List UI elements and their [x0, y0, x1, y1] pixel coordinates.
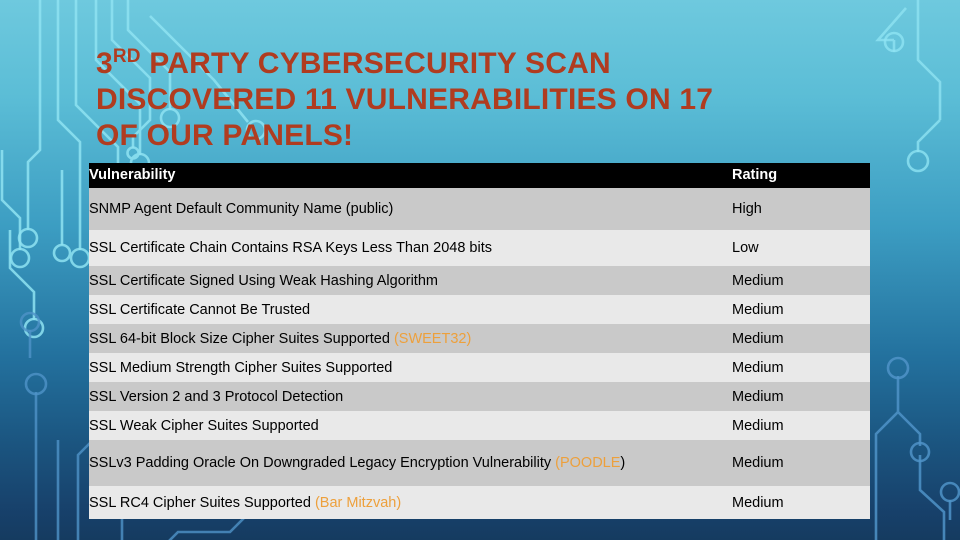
title-ordinal-number: 3: [96, 47, 113, 80]
title-ordinal-suffix: RD: [112, 46, 141, 67]
vulnerability-text: SSL RC4 Cipher Suites Supported (Bar Mit…: [89, 495, 732, 511]
cell-vulnerability: SSL Medium Strength Cipher Suites Suppor…: [89, 353, 732, 382]
rating-value: Medium: [732, 417, 784, 434]
rating-value: Medium: [732, 388, 784, 405]
vulnerability-alias-tail: ): [620, 455, 626, 471]
cell-vulnerability: SSL RC4 Cipher Suites Supported (Bar Mit…: [89, 486, 732, 519]
cell-vulnerability: SSL Weak Cipher Suites Supported: [89, 411, 732, 440]
vulnerability-name: SSL 64-bit Block Size Cipher Suites Supp…: [89, 330, 394, 347]
table-row: SSL Version 2 and 3 Protocol Detection Me…: [89, 382, 870, 411]
rating-value: Medium: [732, 272, 784, 289]
column-header-rating: Rating: [732, 163, 870, 188]
vulnerability-text: SSL 64-bit Block Size Cipher Suites Supp…: [89, 331, 732, 347]
table-row: SSL Medium Strength Cipher Suites Suppor…: [89, 353, 870, 382]
rating-value: Medium: [732, 494, 784, 511]
cell-vulnerability: SSLv3 Padding Oracle On Downgraded Legac…: [89, 440, 732, 486]
vulnerability-name: SSL RC4 Cipher Suites Supported: [89, 494, 315, 511]
title-line-1-text: PARTY CYBERSECURITY SCAN: [140, 47, 611, 80]
vulnerability-text: SSL Medium Strength Cipher Suites Suppor…: [89, 360, 732, 376]
table-header-row: Vulnerability Rating: [89, 163, 870, 188]
rating-value: Medium: [732, 301, 784, 318]
vulnerability-text: SSLv3 Padding Oracle On Downgraded Legac…: [89, 455, 732, 471]
table-header: Vulnerability Rating: [89, 163, 870, 188]
cell-rating: Medium: [732, 295, 870, 324]
table-row: SNMP Agent Default Community Name (publi…: [89, 188, 870, 230]
rating-value: Medium: [732, 330, 784, 347]
column-header-vulnerability: Vulnerability: [89, 163, 732, 188]
cell-rating: Medium: [732, 440, 870, 486]
title-line-1: 3RD PARTY CYBERSECURITY SCAN: [96, 46, 776, 82]
cell-rating: Medium: [732, 324, 870, 353]
vulnerability-name: SSL Weak Cipher Suites Supported: [89, 417, 319, 434]
vulnerability-text: SSL Version 2 and 3 Protocol Detection: [89, 389, 732, 405]
cell-vulnerability: SSL Version 2 and 3 Protocol Detection: [89, 382, 732, 411]
cell-rating: Medium: [732, 382, 870, 411]
table-row: SSL Weak Cipher Suites Supported Medium: [89, 411, 870, 440]
rating-value: High: [732, 201, 762, 217]
cell-vulnerability: SSL 64-bit Block Size Cipher Suites Supp…: [89, 324, 732, 353]
table-row: SSL Certificate Chain Contains RSA Keys …: [89, 230, 870, 266]
cell-vulnerability: SNMP Agent Default Community Name (publi…: [89, 188, 732, 230]
cell-rating: Medium: [732, 353, 870, 382]
cell-rating: Medium: [732, 411, 870, 440]
table-row: SSL RC4 Cipher Suites Supported (Bar Mit…: [89, 486, 870, 519]
vulnerability-name: SSL Certificate Chain Contains RSA Keys …: [89, 240, 492, 256]
vulnerability-text: SSL Certificate Signed Using Weak Hashin…: [89, 273, 732, 289]
table-row: SSLv3 Padding Oracle On Downgraded Legac…: [89, 440, 870, 486]
slide-canvas: 3RD PARTY CYBERSECURITY SCAN DISCOVERED …: [0, 0, 960, 540]
vulnerability-alias: (SWEET32): [393, 330, 472, 347]
table-row: SSL 64-bit Block Size Cipher Suites Supp…: [89, 324, 870, 353]
cell-rating: High: [732, 188, 870, 230]
vulnerability-text: SSL Certificate Chain Contains RSA Keys …: [89, 240, 732, 256]
vulnerability-name: SSL Certificate Cannot Be Trusted: [89, 301, 311, 318]
page-title: 3RD PARTY CYBERSECURITY SCAN DISCOVERED …: [96, 46, 776, 154]
vulnerability-name: SSLv3 Padding Oracle On Downgraded Legac…: [89, 455, 556, 471]
rating-value: Medium: [732, 359, 784, 376]
vulnerability-name: SSL Certificate Signed Using Weak Hashin…: [89, 272, 438, 289]
title-line-3: OF OUR PANELS!: [96, 119, 354, 152]
cell-rating: Medium: [732, 266, 870, 295]
rating-value: Low: [732, 240, 759, 256]
cell-rating: Medium: [732, 486, 870, 519]
cell-vulnerability: SSL Certificate Cannot Be Trusted: [89, 295, 732, 324]
vulnerability-name: SNMP Agent Default Community Name (publi…: [89, 201, 394, 217]
cell-rating: Low: [732, 230, 870, 266]
cell-vulnerability: SSL Certificate Signed Using Weak Hashin…: [89, 266, 732, 295]
table-body: SNMP Agent Default Community Name (publi…: [89, 188, 870, 519]
cell-vulnerability: SSL Certificate Chain Contains RSA Keys …: [89, 230, 732, 266]
vulnerability-name: SSL Version 2 and 3 Protocol Detection: [89, 388, 344, 405]
vulnerability-text: SSL Certificate Cannot Be Trusted: [89, 302, 732, 318]
title-line-2: DISCOVERED 11 VULNERABILITIES ON 17: [96, 83, 714, 116]
vulnerability-alias: (POODLE: [555, 455, 621, 471]
vulnerability-name: SSL Medium Strength Cipher Suites Suppor…: [89, 359, 393, 376]
vulnerability-text: SSL Weak Cipher Suites Supported: [89, 418, 732, 434]
table-row: SSL Certificate Cannot Be Trusted Medium: [89, 295, 870, 324]
rating-value: Medium: [732, 455, 784, 471]
vulnerability-table: Vulnerability Rating SNMP Agent Default …: [89, 163, 870, 519]
vulnerability-text: SNMP Agent Default Community Name (publi…: [89, 201, 732, 217]
vulnerability-alias: (Bar Mitzvah): [314, 494, 402, 511]
table-row: SSL Certificate Signed Using Weak Hashin…: [89, 266, 870, 295]
